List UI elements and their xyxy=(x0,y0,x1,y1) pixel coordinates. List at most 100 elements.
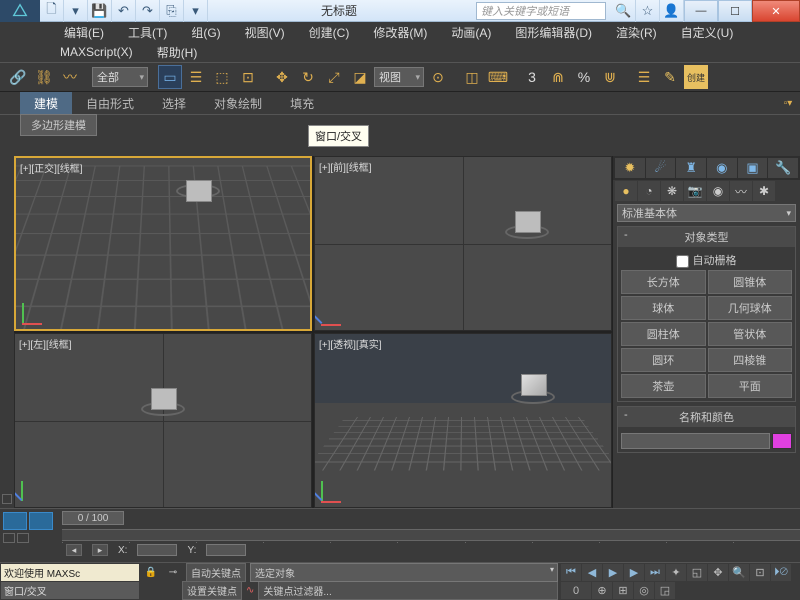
ribbon-tab-modeling[interactable]: 建模 xyxy=(20,92,72,115)
menu-maxscript[interactable]: MAXScript(X) xyxy=(50,43,143,61)
select-region-icon[interactable]: ⬚ xyxy=(210,65,234,89)
ribbon-min-icon[interactable]: ▫▾ xyxy=(776,91,800,115)
time-config-icon[interactable]: ✦ xyxy=(666,564,686,581)
viewport-left[interactable]: [+][左][线框] xyxy=(14,333,312,508)
menu-edit[interactable]: 编辑(E) xyxy=(54,22,114,43)
cat-lights-icon[interactable]: ❋ xyxy=(661,181,683,201)
goto-start-icon[interactable]: ⏮ xyxy=(561,564,581,581)
obj-plane-button[interactable]: 平面 xyxy=(708,374,793,398)
menu-tools[interactable]: 工具(T) xyxy=(118,22,177,43)
cmd-tab-display-icon[interactable]: ▣ xyxy=(738,158,768,178)
signin-icon[interactable]: 👤 xyxy=(660,0,684,22)
percent-snap-icon[interactable]: % xyxy=(572,65,596,89)
rollout-header[interactable]: 名称和颜色 xyxy=(618,407,795,427)
menu-animation[interactable]: 动画(A) xyxy=(441,22,501,43)
lock-icon[interactable]: 🔒 xyxy=(142,567,160,578)
new-icon[interactable]: 🗋 xyxy=(40,0,64,22)
selection-filter-dropdown[interactable]: 全部 xyxy=(92,67,148,87)
obj-tube-button[interactable]: 管状体 xyxy=(708,322,793,346)
zoom-icon[interactable]: 🔍 xyxy=(729,564,749,581)
cat-systems-icon[interactable]: ✱ xyxy=(753,181,775,201)
cmd-tab-utilities-icon[interactable]: 🔧 xyxy=(768,158,798,178)
minimize-button[interactable]: — xyxy=(684,0,718,22)
trackbar-btn-icon[interactable] xyxy=(17,533,29,543)
keyfilter-icon[interactable]: ∿ xyxy=(246,585,254,596)
named-sel-icon[interactable]: ☰ xyxy=(632,65,656,89)
angle-snap-icon[interactable]: ⋒ xyxy=(546,65,570,89)
pan-icon[interactable]: ✥ xyxy=(708,564,728,581)
ribbon-tab-populate[interactable]: 填充 xyxy=(276,92,328,115)
cmd-tab-hierarchy-icon[interactable]: ♜ xyxy=(676,158,706,178)
cmd-tab-create-icon[interactable]: ✹ xyxy=(615,158,645,178)
menu-customize[interactable]: 自定义(U) xyxy=(671,22,744,43)
time-slider[interactable]: 0 / 100 xyxy=(62,511,124,525)
maxscript-listener[interactable]: 欢迎使用 MAXSc xyxy=(1,564,139,581)
x-field[interactable] xyxy=(137,544,177,556)
viewport-label[interactable]: [+][透视][真实] xyxy=(319,336,382,351)
prev-frame-icon[interactable]: ◀ xyxy=(582,564,602,581)
cat-cameras-icon[interactable]: 📷 xyxy=(684,181,706,201)
goto-end-icon[interactable]: ⏭ xyxy=(645,564,665,581)
key-mode-dropdown[interactable]: 选定对象 xyxy=(250,563,558,582)
cmd-tab-motion-icon[interactable]: ◉ xyxy=(707,158,737,178)
viewport-front[interactable]: [+][前][线框] xyxy=(314,156,612,331)
viewport-perspective[interactable]: [+][透视][真实] xyxy=(314,333,612,508)
keyboard-icon[interactable]: ⌨ xyxy=(486,65,510,89)
more-icon[interactable]: ▾ xyxy=(184,0,208,22)
cat-shapes-icon[interactable]: ◔ xyxy=(638,181,660,201)
keyfilter-button[interactable]: 关键点过滤器... xyxy=(258,581,558,600)
frame-input[interactable]: 0 xyxy=(561,582,591,599)
close-button[interactable]: ✕ xyxy=(752,0,800,22)
key-prev-icon[interactable]: ◂ xyxy=(66,544,82,556)
menu-create[interactable]: 创建(C) xyxy=(299,22,360,43)
unlink-icon[interactable]: ⛓ xyxy=(32,65,56,89)
window-crossing-icon[interactable]: ⊡ xyxy=(236,65,260,89)
zoom-ext-icon[interactable]: ⊡ xyxy=(750,564,770,581)
object-color-swatch[interactable] xyxy=(772,433,792,449)
link-icon[interactable]: ⎘ xyxy=(160,0,184,22)
obj-cylinder-button[interactable]: 圆柱体 xyxy=(621,322,706,346)
play-icon[interactable]: ▶ xyxy=(603,564,623,581)
manipulate-icon[interactable]: ◫ xyxy=(460,65,484,89)
key-mode-icon[interactable]: ⏵⊘ xyxy=(771,564,791,581)
cat-geometry-icon[interactable]: ● xyxy=(615,181,637,201)
obj-cone-button[interactable]: 圆锥体 xyxy=(708,270,793,294)
mirror-icon[interactable]: ✎ xyxy=(658,65,682,89)
app-logo-icon[interactable] xyxy=(0,0,40,22)
field-icon[interactable]: ⊞ xyxy=(613,582,633,599)
cat-helpers-icon[interactable]: ◉ xyxy=(707,181,729,201)
menu-grapheditor[interactable]: 图形编辑器(D) xyxy=(505,22,602,43)
spinner-snap-icon[interactable]: ⋓ xyxy=(598,65,622,89)
snap-toggle-icon[interactable]: 3 xyxy=(520,65,544,89)
time-cfg-icon[interactable]: ⊕ xyxy=(592,582,612,599)
viewport-label[interactable]: [+][前][线框] xyxy=(319,159,372,174)
setkey-button[interactable]: 设置关键点 xyxy=(182,581,242,600)
favorite-icon[interactable]: ☆ xyxy=(636,0,660,22)
strip-btn[interactable] xyxy=(2,494,12,504)
key-icon[interactable]: ⊸ xyxy=(164,567,182,578)
search-input[interactable]: 键入关键字或短语 xyxy=(476,2,606,20)
max-toggle-icon[interactable]: ◲ xyxy=(655,582,675,599)
ribbon-sublabel[interactable]: 多边形建模 xyxy=(20,114,97,136)
cat-space-icon[interactable]: 〰 xyxy=(730,181,752,201)
menu-render[interactable]: 渲染(R) xyxy=(606,22,667,43)
pivot-icon[interactable]: ⊙ xyxy=(426,65,450,89)
ribbon-tab-selection[interactable]: 选择 xyxy=(148,92,200,115)
obj-teapot-button[interactable]: 茶壶 xyxy=(621,374,706,398)
time-ruler[interactable]: 0 10 20 30 40 50 60 70 80 90 100 xyxy=(62,529,800,541)
obj-geosphere-button[interactable]: 几何球体 xyxy=(708,296,793,320)
scale-icon[interactable]: ⤢ xyxy=(322,65,346,89)
link-icon[interactable]: 🔗 xyxy=(6,65,30,89)
next-frame-icon[interactable]: ▶ xyxy=(624,564,644,581)
bind-icon[interactable]: 〰 xyxy=(58,65,82,89)
obj-box-button[interactable]: 长方体 xyxy=(621,270,706,294)
select-name-icon[interactable]: ☰ xyxy=(184,65,208,89)
move-icon[interactable]: ✥ xyxy=(270,65,294,89)
menu-modifier[interactable]: 修改器(M) xyxy=(363,22,437,43)
open-icon[interactable]: ▾ xyxy=(64,0,88,22)
undo-icon[interactable]: ↶ xyxy=(112,0,136,22)
category-dropdown[interactable]: 标准基本体 xyxy=(617,204,796,222)
rotate-icon[interactable]: ↻ xyxy=(296,65,320,89)
autogrid-checkbox[interactable]: 自动栅格 xyxy=(621,250,792,270)
trackbar-btn-icon[interactable] xyxy=(3,533,15,543)
